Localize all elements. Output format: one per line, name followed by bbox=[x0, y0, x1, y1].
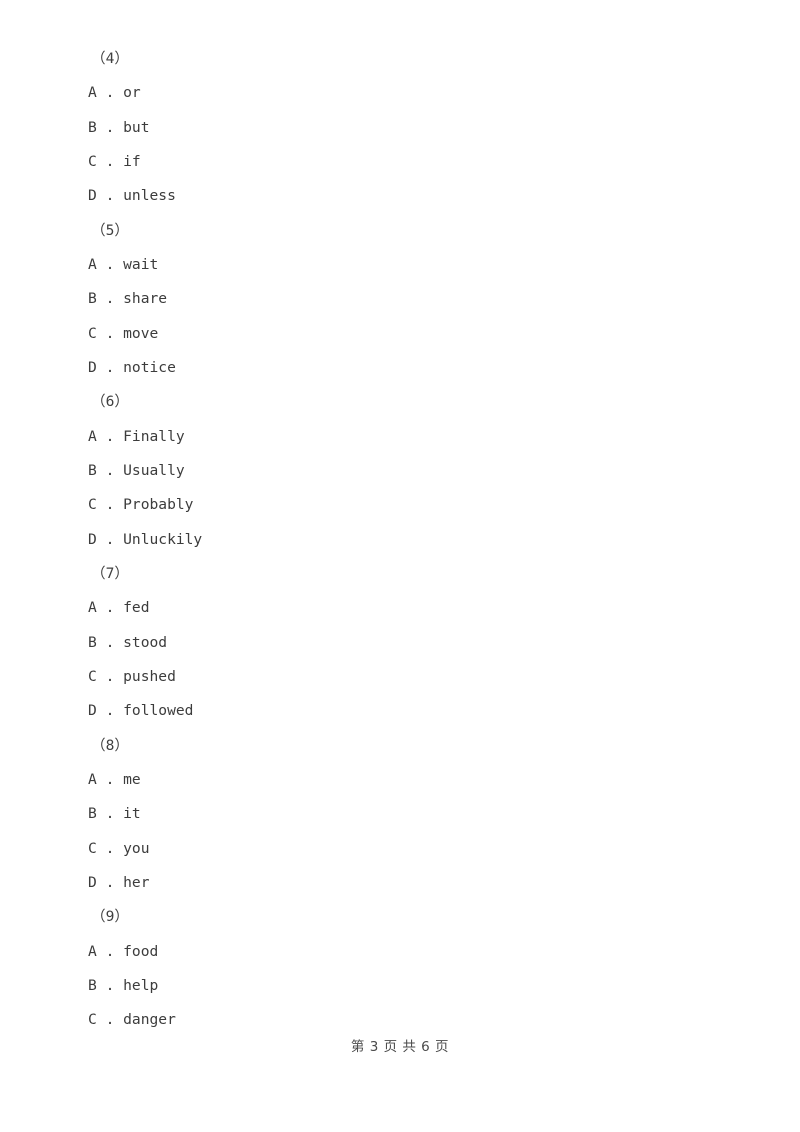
question-number: （5） bbox=[91, 221, 129, 239]
answer-option: C . if bbox=[88, 152, 141, 170]
document-page: （4） A . or B . but C . if D . unless （5） A . w… bbox=[0, 0, 800, 1132]
question-number: （7） bbox=[91, 564, 129, 582]
answer-option: A . wait bbox=[88, 255, 159, 273]
answer-option: D . her bbox=[88, 873, 150, 891]
question-number: （4） bbox=[91, 50, 129, 67]
answer-option: B . Usually bbox=[88, 461, 185, 479]
answer-option: D . notice bbox=[88, 358, 176, 376]
answer-option: C . Probably bbox=[88, 496, 194, 514]
answer-option: A . or bbox=[88, 84, 141, 102]
answer-option: A . me bbox=[88, 770, 141, 788]
answer-option: C . move bbox=[88, 324, 159, 342]
answer-option: B . help bbox=[88, 976, 159, 994]
answer-option: D . unless bbox=[88, 187, 176, 205]
answer-option: D . Unluckily bbox=[88, 530, 203, 548]
answer-option: C . danger bbox=[88, 1011, 176, 1029]
answer-option: B . but bbox=[88, 118, 150, 136]
question-number: （8） bbox=[91, 736, 129, 754]
answer-option: B . it bbox=[88, 805, 141, 823]
page-footer: 第 3 页 共 6 页 bbox=[350, 1039, 450, 1055]
answer-option: C . pushed bbox=[88, 667, 176, 685]
answer-option: A . fed bbox=[88, 599, 150, 617]
answer-option: B . share bbox=[88, 290, 168, 308]
question-number: （9） bbox=[91, 908, 129, 926]
answer-option: B . stood bbox=[88, 633, 168, 651]
answer-option: A . food bbox=[88, 942, 159, 960]
answer-option: C . you bbox=[88, 839, 150, 857]
question-number: （6） bbox=[91, 393, 129, 411]
answer-option: A . Finally bbox=[88, 427, 185, 445]
answer-option: D . followed bbox=[88, 702, 194, 720]
